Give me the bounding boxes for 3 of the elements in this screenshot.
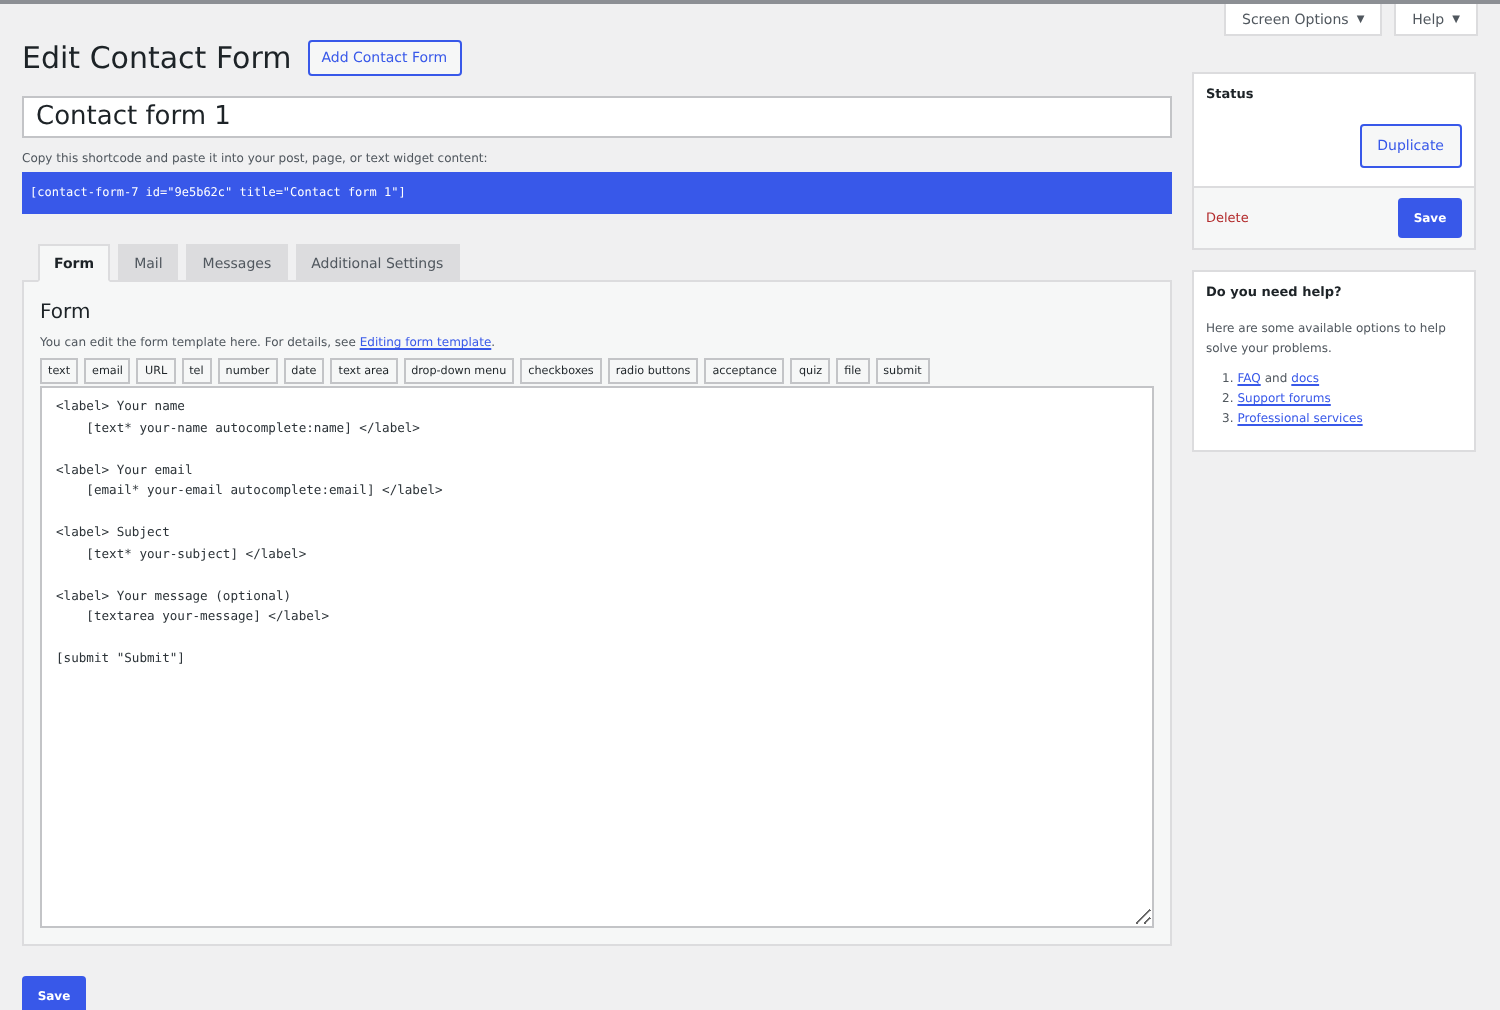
panel-title: Form: [40, 302, 93, 324]
title-field[interactable]: Contact form 1: [22, 96, 1172, 138]
page-title: Edit Contact Form: [22, 40, 292, 76]
